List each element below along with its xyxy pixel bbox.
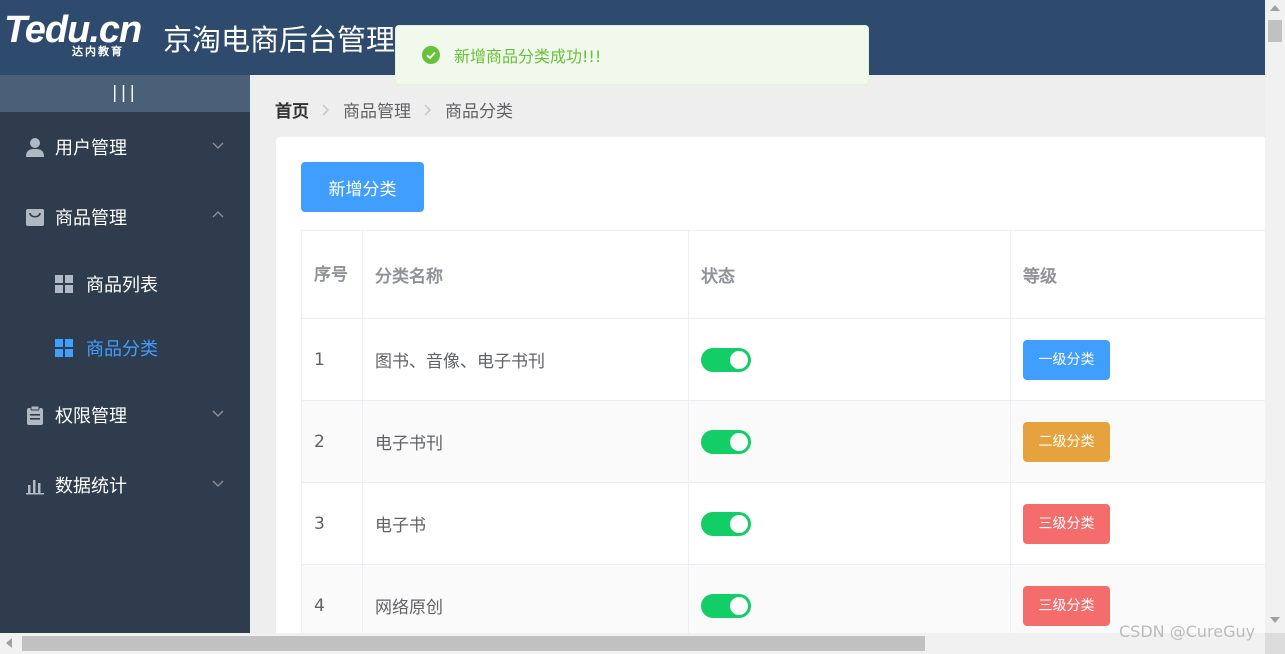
sidebar: ||| 用户管理 商品管理 商品列表 商品分类 权限管理 数据统计 (0, 75, 250, 633)
row-index: 1 (301, 318, 363, 401)
scroll-up-arrow-icon[interactable] (1270, 5, 1280, 11)
table-row: 3 电子书 三级分类 (301, 482, 1265, 565)
row-index: 3 (301, 482, 363, 565)
horizontal-scroll-thumb[interactable] (22, 636, 925, 651)
shopping-bag-icon (24, 206, 46, 228)
sidebar-menu-user-management[interactable]: 用户管理 (0, 112, 250, 182)
sidebar-menu-label: 权限管理 (55, 406, 127, 427)
row-index: 4 (301, 564, 363, 633)
toast-message: 新增商品分类成功!!! (454, 47, 602, 66)
sidebar-item-label: 商品列表 (86, 275, 158, 296)
scroll-down-arrow-icon[interactable] (1270, 617, 1280, 623)
status-toggle[interactable] (701, 593, 751, 618)
sidebar-menu-label: 数据统计 (55, 476, 127, 497)
vertical-scrollbar[interactable] (1265, 0, 1285, 633)
user-icon (24, 136, 46, 158)
status-toggle[interactable] (701, 429, 751, 454)
chevron-down-icon (212, 410, 224, 417)
category-card: 新增分类 序号 分类名称 状态 等级 1 图书、音像、电子书刊 一级分类 2 电… (276, 137, 1265, 633)
row-name: 网络原创 (362, 564, 689, 633)
breadcrumb-home[interactable]: 首页 (275, 97, 309, 122)
row-name: 电子书 (362, 482, 689, 565)
success-toast: 新增商品分类成功!!! (395, 25, 869, 85)
main-content: 首页 商品管理 商品分类 新增分类 序号 分类名称 状态 等级 1 图书、音像、… (250, 75, 1265, 633)
add-category-button[interactable]: 新增分类 (301, 162, 424, 212)
chevron-up-icon (212, 211, 224, 218)
category-table: 序号 分类名称 状态 等级 1 图书、音像、电子书刊 一级分类 2 电子书刊 二… (301, 230, 1265, 633)
column-header-level: 等级 (1010, 230, 1265, 319)
breadcrumb-product-category: 商品分类 (445, 102, 513, 122)
check-circle-icon (422, 46, 440, 64)
level-badge: 三级分类 (1023, 585, 1110, 626)
toggle-knob (730, 432, 748, 451)
sidebar-item-product-category[interactable]: 商品分类 (0, 316, 250, 380)
chevron-down-icon (212, 480, 224, 487)
chevron-down-icon (212, 142, 224, 149)
scroll-left-arrow-icon[interactable] (6, 638, 12, 648)
clipboard-icon (24, 404, 46, 426)
sidebar-menu-label: 商品管理 (55, 208, 127, 229)
watermark: CSDN @CureGuy (1119, 622, 1256, 641)
table-row: 1 图书、音像、电子书刊 一级分类 (301, 318, 1265, 401)
sidebar-item-label: 商品分类 (86, 339, 158, 360)
sidebar-item-product-list[interactable]: 商品列表 (0, 252, 250, 316)
status-toggle[interactable] (701, 511, 751, 536)
logo-subtitle: 达内教育 (72, 45, 124, 58)
column-header-status: 状态 (688, 230, 1011, 319)
row-status-cell (688, 564, 1011, 633)
row-status-cell (688, 318, 1011, 401)
chevron-right-icon (321, 104, 331, 116)
chevron-right-icon (423, 104, 433, 116)
breadcrumb-product-management: 商品管理 (343, 102, 411, 122)
toggle-knob (730, 596, 748, 615)
logo[interactable]: Tedu.cn 达内教育 (4, 8, 146, 62)
scrollbar-corner (1265, 633, 1285, 654)
sidebar-menu-product-management[interactable]: 商品管理 (0, 182, 250, 252)
row-level-cell: 二级分类 (1010, 400, 1265, 483)
breadcrumb: 首页 商品管理 商品分类 (275, 97, 513, 122)
table-row: 2 电子书刊 二级分类 (301, 400, 1265, 483)
grid-icon (55, 337, 77, 359)
level-badge: 三级分类 (1023, 503, 1110, 544)
horizontal-scrollbar[interactable] (0, 633, 1265, 654)
bar-chart-icon (24, 474, 46, 496)
grid-icon (55, 273, 77, 295)
sidebar-menu-permission-management[interactable]: 权限管理 (0, 380, 250, 450)
table-header-row: 序号 分类名称 状态 等级 (301, 230, 1265, 319)
row-level-cell: 三级分类 (1010, 482, 1265, 565)
level-badge: 一级分类 (1023, 339, 1110, 380)
row-level-cell: 一级分类 (1010, 318, 1265, 401)
row-name: 图书、音像、电子书刊 (362, 318, 689, 401)
toggle-knob (730, 514, 748, 533)
column-header-name: 分类名称 (362, 230, 689, 319)
sidebar-collapse-toggle[interactable]: ||| (0, 75, 250, 112)
column-header-index: 序号 (301, 230, 363, 319)
level-badge: 二级分类 (1023, 421, 1110, 462)
row-name: 电子书刊 (362, 400, 689, 483)
sidebar-menu-data-statistics[interactable]: 数据统计 (0, 450, 250, 520)
row-status-cell (688, 482, 1011, 565)
toggle-knob (730, 350, 748, 369)
row-status-cell (688, 400, 1011, 483)
vertical-scroll-thumb[interactable] (1268, 20, 1282, 42)
status-toggle[interactable] (701, 347, 751, 372)
sidebar-menu-label: 用户管理 (55, 138, 127, 159)
row-index: 2 (301, 400, 363, 483)
